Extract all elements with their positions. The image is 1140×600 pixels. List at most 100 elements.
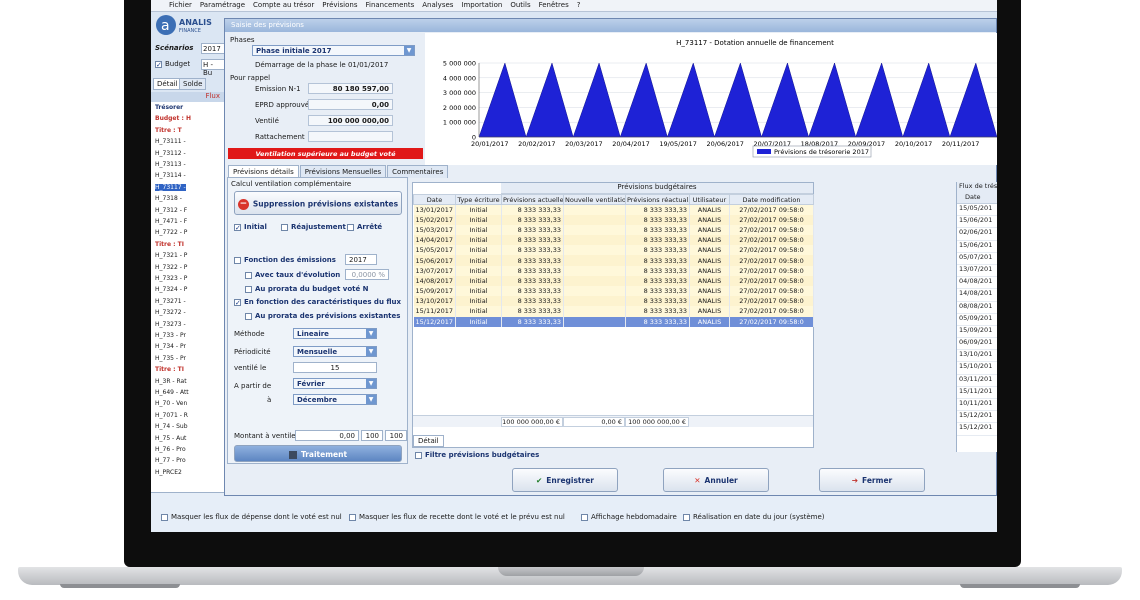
phase-select[interactable]: Phase initiale 2017 ▼ <box>252 45 415 56</box>
tree-item[interactable]: H_73272 - <box>155 309 186 316</box>
tree-item[interactable]: Trésorer <box>155 104 183 111</box>
close-button[interactable]: ➔ Fermer <box>819 468 925 492</box>
tree-item[interactable]: H_73111 - <box>155 138 186 145</box>
list-item[interactable]: 03/11/201 <box>957 375 997 387</box>
tree-item[interactable]: H_7722 - P <box>155 229 187 236</box>
check-fonction-emissions[interactable]: Fonction des émissions <box>234 256 336 264</box>
budget-checkbox[interactable]: Budget <box>155 60 190 68</box>
tree-item[interactable]: H_76 - Pro <box>155 446 186 453</box>
menu-item-4[interactable]: Financements <box>361 0 418 10</box>
list-item[interactable]: 02/06/201 <box>957 228 997 241</box>
partir-select[interactable]: Février ▼ <box>293 378 377 389</box>
tree-item[interactable]: H_649 - Att <box>155 389 189 396</box>
menu-item-5[interactable]: Analyses <box>418 0 457 10</box>
opt-realisation[interactable]: Réalisation en date du jour (système) <box>683 513 825 521</box>
save-button[interactable]: ✔ Enregistrer <box>512 468 618 492</box>
tree-item[interactable]: H_73117 - <box>155 183 186 191</box>
menu-item-2[interactable]: Compte au trésor <box>249 0 318 10</box>
cancel-button[interactable]: ✕ Annuler <box>663 468 769 492</box>
tree-item[interactable]: Budget : H <box>155 115 191 122</box>
tab-detail[interactable]: Détail <box>413 435 444 447</box>
suppression-button[interactable]: − Suppression prévisions existantes <box>234 191 402 215</box>
table-row[interactable]: 13/01/2017 Initial 8 333 333,33 8 333 333,3… <box>413 204 814 215</box>
list-item[interactable]: 15/06/201 <box>957 241 997 253</box>
check-taux[interactable]: Avec taux d'évolution <box>245 271 340 279</box>
montant-pct2[interactable]: 100 <box>385 430 407 441</box>
tree-item[interactable]: H_7071 - R <box>155 412 188 419</box>
ventile-le-field[interactable]: 15 <box>293 362 377 373</box>
table-row[interactable]: 15/05/2017 Initial 8 333 333,33 8 333 333,3… <box>413 245 814 256</box>
budget-select[interactable]: H - Bu <box>201 59 225 77</box>
list-item[interactable]: 15/11/201 <box>957 387 997 399</box>
methode-select[interactable]: Lineaire ▼ <box>293 328 377 339</box>
tree-item[interactable]: H_7321 - P <box>155 252 187 259</box>
tree-item[interactable]: H_7471 - F <box>155 218 187 225</box>
list-item[interactable]: 08/08/201 <box>957 302 997 314</box>
grid-col-header[interactable]: Type écriture <box>455 194 502 205</box>
a-select[interactable]: Décembre ▼ <box>293 394 377 405</box>
tree-item[interactable]: H_7318 - <box>155 195 182 202</box>
list-item[interactable]: 13/10/201 <box>957 350 997 363</box>
list-item[interactable]: 13/07/201 <box>957 265 997 278</box>
tree-item[interactable]: H_7323 - P <box>155 275 187 282</box>
montant-pct1[interactable]: 100 <box>361 430 383 441</box>
tree-item[interactable]: Titre : T <box>155 127 182 134</box>
emission-year-spinner[interactable]: 2017 <box>345 254 377 265</box>
opt-weekly[interactable]: Affichage hebdomadaire <box>581 513 677 521</box>
table-row[interactable]: 13/07/2017 Initial 8 333 333,33 8 333 333,3… <box>413 265 814 276</box>
check-prorata-prev[interactable]: Au prorata des prévisions existantes <box>245 312 400 320</box>
tree-item[interactable]: H_734 - Pr <box>155 343 186 350</box>
menu-item-9[interactable]: ? <box>573 0 585 10</box>
list-item[interactable]: 15/06/201 <box>957 216 997 229</box>
grid-col-header[interactable]: Nouvelle ventilation <box>563 194 626 205</box>
tree-item[interactable]: H_73112 - <box>155 150 186 157</box>
tree-item[interactable]: H_7312 - F <box>155 207 187 214</box>
tab-solde[interactable]: Solde <box>179 78 207 90</box>
check-initial[interactable]: Initial <box>234 223 267 231</box>
table-row[interactable]: 15/12/2017 Initial 8 333 333,33 8 333 333,3… <box>413 316 814 327</box>
list-item[interactable]: 05/09/201 <box>957 314 997 326</box>
traitement-button[interactable]: Traitement <box>234 445 402 462</box>
menu-item-7[interactable]: Outils <box>506 0 534 10</box>
table-row[interactable]: 15/11/2017 Initial 8 333 333,33 8 333 333,3… <box>413 306 814 317</box>
list-item[interactable]: 15/05/201 <box>957 204 997 217</box>
grid-col-header[interactable]: Utilisateur <box>689 194 730 205</box>
grid-col-header[interactable]: Prévisions réactual. <box>625 194 690 205</box>
list-item[interactable]: 10/11/201 <box>957 399 997 412</box>
montant-field[interactable]: 0,00 <box>295 430 359 441</box>
tree-item[interactable]: H_733 - Pr <box>155 332 186 339</box>
check-reajustement[interactable]: Réajustement <box>281 223 346 231</box>
list-item[interactable]: 15/10/201 <box>957 362 997 375</box>
table-row[interactable]: 15/03/2017 Initial 8 333 333,33 8 333 333,3… <box>413 224 814 236</box>
menu-item-0[interactable]: Fichier <box>165 0 196 10</box>
tree-item[interactable]: H_7322 - P <box>155 264 187 271</box>
check-arrete[interactable]: Arrêté <box>347 223 382 231</box>
list-item[interactable]: 15/12/201 <box>957 423 997 436</box>
grid-col-header[interactable]: Prévisions actuelles <box>501 194 564 205</box>
tree-item[interactable]: H_73271 - <box>155 298 186 305</box>
tree-item[interactable]: H_73113 - <box>155 161 186 168</box>
menu-item-1[interactable]: Paramétrage <box>196 0 249 10</box>
periodicite-select[interactable]: Mensuelle ▼ <box>293 346 377 357</box>
tree-item[interactable]: H_735 - Pr <box>155 355 186 362</box>
tree-item[interactable]: H_73114 - <box>155 172 186 179</box>
check-caracteristiques[interactable]: En fonction des caractéristiques du flux <box>234 298 401 306</box>
table-row[interactable]: 14/08/2017 Initial 8 333 333,33 8 333 333,3… <box>413 275 814 286</box>
list-item[interactable]: 15/09/201 <box>957 326 997 339</box>
table-row[interactable]: 15/02/2017 Initial 8 333 333,33 8 333 333,3… <box>413 214 814 225</box>
scenario-select[interactable]: 2017 <box>201 43 225 54</box>
table-row[interactable]: 15/09/2017 Initial 8 333 333,33 8 333 333,3… <box>413 286 814 297</box>
tree-item[interactable]: H_73273 - <box>155 321 186 328</box>
tree-item[interactable]: H_3R - Rat <box>155 378 187 385</box>
tab-detail-left[interactable]: Détail <box>153 78 182 90</box>
tree-item[interactable]: H_75 - Aut <box>155 435 186 442</box>
list-item[interactable]: 05/07/201 <box>957 253 997 265</box>
table-row[interactable]: 15/06/2017 Initial 8 333 333,33 8 333 333,3… <box>413 255 814 266</box>
tree-item[interactable]: H_PRCE2 <box>155 469 182 476</box>
table-row[interactable]: 14/04/2017 Initial 8 333 333,33 8 333 333,3… <box>413 235 814 246</box>
check-prorata-vote[interactable]: Au prorata du budget voté N <box>245 285 369 293</box>
list-item[interactable]: 06/09/201 <box>957 338 997 351</box>
check-filtre[interactable]: Filtre prévisions budgétaires <box>415 451 539 459</box>
tree-item[interactable]: H_7324 - P <box>155 286 187 293</box>
list-item[interactable]: 15/12/201 <box>957 411 997 424</box>
